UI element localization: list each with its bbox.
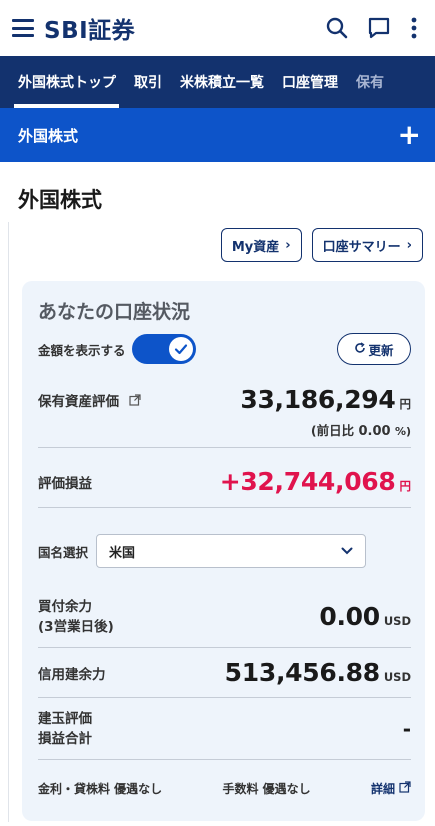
show-amount-row: 金額を表示する 更新 xyxy=(38,331,411,367)
tab-us-stock-savings[interactable]: 米株積立一覧 xyxy=(171,56,273,108)
tab-holdings[interactable]: 保有 xyxy=(347,56,393,108)
profit-loss-label: 評価損益 xyxy=(38,475,92,492)
holdings-label-text: 保有資産評価 xyxy=(38,393,119,410)
country-select-row: 国名選択 米国 xyxy=(38,534,411,568)
country-select[interactable]: 米国 xyxy=(96,534,367,568)
divider xyxy=(8,222,9,822)
menu-icon[interactable] xyxy=(12,19,34,37)
account-summary-label: 口座サマリー xyxy=(322,239,401,255)
chevron-down-icon xyxy=(341,544,353,559)
card-title: あなたの口座状況 xyxy=(38,301,191,323)
prev-prefix: (前日比 xyxy=(310,423,355,438)
external-link-icon xyxy=(399,780,411,796)
account-links: My資産 › 口座サマリー › xyxy=(0,228,435,262)
section-title: 外国株式 xyxy=(18,126,79,145)
prev-value: 0.00 xyxy=(358,424,391,439)
tab-trade[interactable]: 取引 xyxy=(125,56,171,108)
profit-loss-value: +32,744,068 xyxy=(219,467,396,496)
tab-account-management[interactable]: 口座管理 xyxy=(273,56,347,108)
credit-power-row: 信用建余力 513,456.88 USD xyxy=(38,648,411,698)
prev-suffix: %) xyxy=(394,425,411,438)
page-title: 外国株式 xyxy=(18,188,102,212)
detail-link-label: 詳細 xyxy=(370,781,395,796)
holdings-value: 33,186,294 xyxy=(240,385,396,414)
sbi-logo[interactable]: SBI証券 xyxy=(44,11,135,45)
buying-power-label-line1: 買付余力 xyxy=(38,598,92,615)
holdings-label[interactable]: 保有資産評価 xyxy=(38,390,141,410)
credit-power-value: 513,456.88 xyxy=(224,658,380,687)
refresh-label: 更新 xyxy=(368,342,394,358)
toggle-label: 金額を表示する xyxy=(38,342,126,358)
my-assets-button[interactable]: My資産 › xyxy=(220,228,302,262)
refresh-button[interactable]: 更新 xyxy=(337,333,411,365)
profit-loss-unit: 円 xyxy=(399,479,412,493)
position-eval-label-line2: 損益合計 xyxy=(38,730,92,747)
external-link-icon[interactable] xyxy=(129,393,141,410)
fee-preferential-text: 手数料 優遇なし xyxy=(222,781,311,796)
my-assets-label: My資産 xyxy=(231,239,280,255)
tab-navigation: 外国株式トップ 取引 米株積立一覧 口座管理 保有 xyxy=(0,56,435,108)
chevron-right-icon: › xyxy=(285,237,291,253)
buying-power-label: 買付余力 (3営業日後) xyxy=(38,597,114,637)
position-eval-value: - xyxy=(402,716,411,741)
previous-day-change: (前日比 0.00 %) xyxy=(38,420,411,439)
check-icon xyxy=(168,337,193,361)
position-eval-label-line1: 建玉評価 xyxy=(38,710,92,727)
expand-plus-icon[interactable]: + xyxy=(398,121,421,149)
account-summary-button[interactable]: 口座サマリー › xyxy=(311,228,423,262)
more-vertical-icon[interactable] xyxy=(407,14,421,42)
buying-power-value: 0.00 xyxy=(319,602,380,631)
interest-preferential-text: 金利・貸株料 優遇なし xyxy=(38,781,163,796)
refresh-icon xyxy=(354,341,366,357)
buying-power-unit: USD xyxy=(383,614,411,628)
chat-icon[interactable] xyxy=(365,14,393,42)
chevron-right-icon: › xyxy=(406,237,412,253)
show-amount-toggle[interactable] xyxy=(131,334,196,364)
top-header: SBI証券 xyxy=(0,0,435,56)
tab-foreign-stock-top[interactable]: 外国株式トップ xyxy=(0,56,125,108)
section-bar[interactable]: 外国株式 + xyxy=(0,108,435,162)
holdings-valuation-row: 保有資産評価 33,186,294 円 (前日比 0.00 %) xyxy=(38,385,411,448)
buying-power-row: 買付余力 (3営業日後) 0.00 USD xyxy=(38,586,411,648)
preferential-status-row: 金利・貸株料 優遇なし 手数料 優遇なし 詳細 xyxy=(38,768,411,808)
position-eval-row: 建玉評価 損益合計 - xyxy=(38,698,411,760)
buying-power-label-line2: (3営業日後) xyxy=(38,618,114,635)
credit-power-label: 信用建余力 xyxy=(38,666,106,683)
search-icon[interactable] xyxy=(323,14,351,42)
credit-power-unit: USD xyxy=(383,670,411,684)
account-status-card: あなたの口座状況 金額を表示する 更新 保有資産評価 33,186,294 円 … xyxy=(22,281,425,821)
position-eval-label: 建玉評価 損益合計 xyxy=(38,709,92,749)
country-label: 国名選択 xyxy=(38,544,89,560)
country-selected-value: 米国 xyxy=(109,545,136,561)
profit-loss-row: 評価損益 +32,744,068 円 xyxy=(38,456,411,508)
detail-link[interactable]: 詳細 xyxy=(371,780,411,797)
holdings-unit: 円 xyxy=(399,397,412,411)
